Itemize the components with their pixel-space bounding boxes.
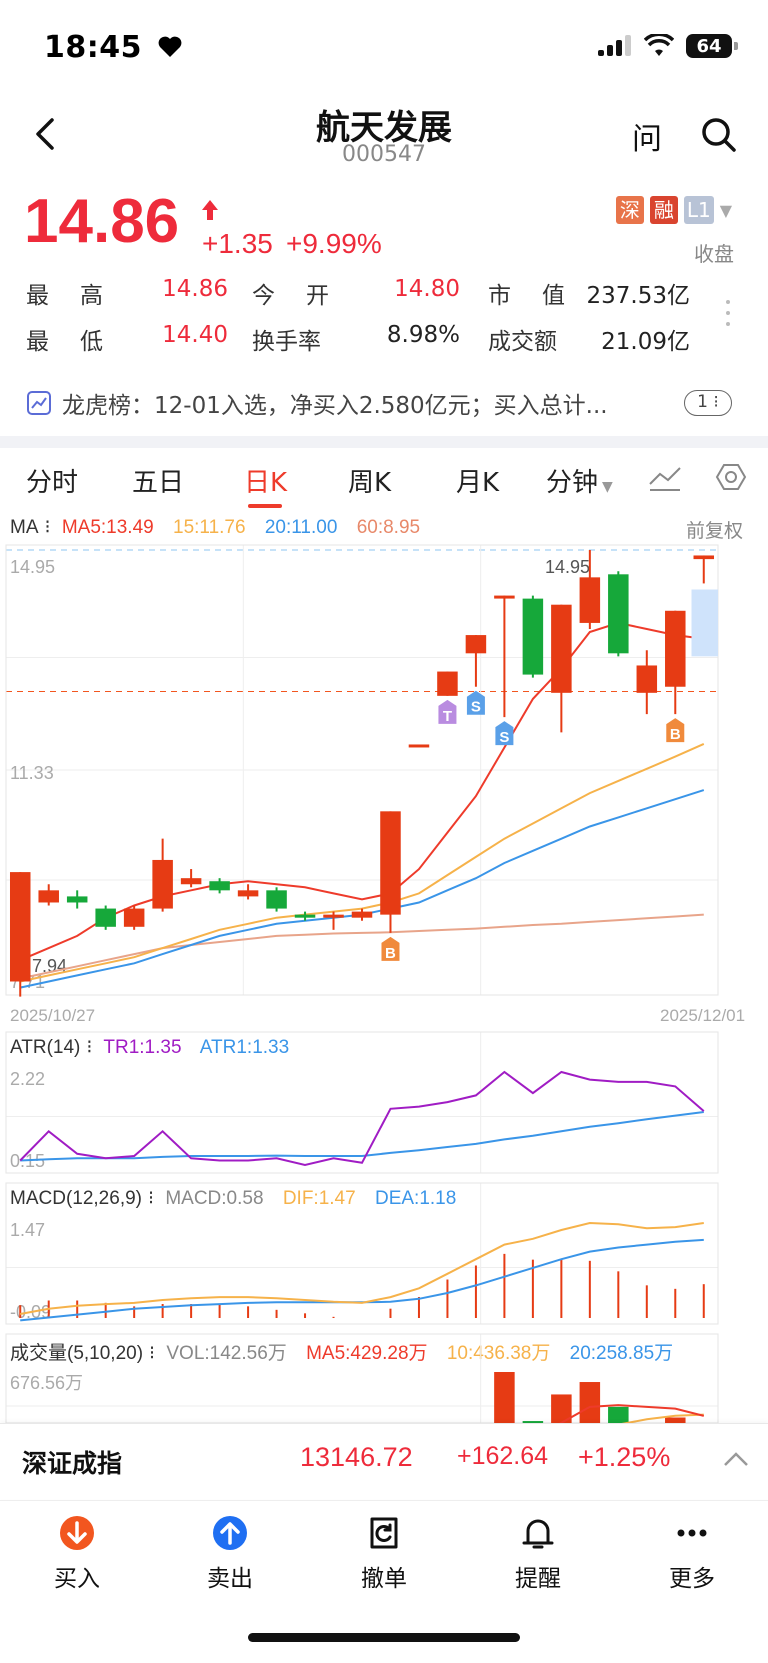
trade-marker-label: S: [499, 729, 509, 746]
index-change-pct: +1.25%: [578, 1442, 671, 1472]
index-ticker[interactable]: 深证成指 13146.72 +162.64 +1.25%: [0, 1423, 768, 1499]
candle-body: [465, 635, 487, 654]
alert-label: 提醒: [515, 1566, 561, 1592]
cancel-order-icon: [370, 1517, 398, 1549]
candle-body: [437, 671, 458, 696]
cancel-order-button[interactable]: 撤单: [324, 1513, 444, 1593]
more-label: 更多: [669, 1566, 715, 1592]
candle-body: [351, 911, 373, 918]
candle-body: [294, 914, 316, 918]
candle-body: [9, 872, 31, 982]
volume-bar: [608, 1406, 629, 1423]
date-start: 2025/10/27: [10, 1006, 95, 1025]
index-value: 13146.72: [300, 1442, 413, 1472]
candle-body: [95, 908, 116, 927]
kline-axis-top: 14.95: [10, 557, 55, 577]
atr-panel-frame: [5, 1031, 719, 1174]
volume-ma5-line: [559, 1404, 705, 1423]
atr-line: [20, 1111, 704, 1162]
candle-body: [636, 665, 658, 693]
date-end: 2025/12/01: [660, 1006, 745, 1025]
candle-body: [551, 604, 572, 693]
volume-ma10-line: [621, 1413, 704, 1423]
atr-axis-top: 2.22: [10, 1069, 45, 1089]
candle-body: [408, 744, 430, 748]
candle-body: [665, 610, 686, 687]
index-name: 深证成指: [22, 1449, 123, 1478]
forecast-box: [691, 589, 719, 657]
kline-high-mark: 14.95: [545, 557, 590, 577]
sell-icon: [213, 1516, 247, 1550]
candle-body: [579, 577, 601, 623]
candle-body: [38, 890, 59, 903]
tr-line: [19, 1070, 705, 1167]
candle-body: [323, 914, 344, 918]
candle-body: [266, 890, 287, 909]
candle-body: [209, 881, 230, 891]
candle-body: [123, 908, 145, 927]
candle-body: [494, 595, 515, 599]
sell-label: 卖出: [207, 1566, 253, 1592]
candle-body: [237, 890, 259, 897]
candle-body: [380, 811, 401, 915]
candle-body: [66, 896, 88, 903]
kline-axis-mid: 11.33: [10, 763, 54, 783]
buy-label: 买入: [54, 1566, 100, 1592]
candle-body: [152, 859, 173, 909]
chevron-up-icon[interactable]: [722, 1448, 750, 1470]
buy-icon: [60, 1516, 94, 1550]
more-icon: [677, 1529, 707, 1537]
buy-button[interactable]: 买入: [17, 1513, 137, 1593]
home-indicator: [248, 1633, 520, 1642]
volume-bar: [494, 1372, 515, 1423]
trade-marker-label: B: [385, 945, 396, 962]
trade-marker-label: S: [471, 699, 481, 716]
ma60-line: [19, 913, 704, 980]
more-button[interactable]: 更多: [632, 1513, 752, 1593]
ma20-line: [19, 789, 705, 989]
cancel-order-label: 撤单: [361, 1566, 407, 1592]
candle-body: [180, 878, 202, 885]
bell-icon: [522, 1519, 554, 1549]
stock-chart[interactable]: 14.95 11.33 7.71 7.94 14.95 2025/10/27 2…: [0, 0, 768, 1423]
sell-button[interactable]: 卖出: [170, 1513, 290, 1593]
macd-axis-top: 1.47: [10, 1220, 45, 1240]
volume-axis-top: 676.56万: [10, 1373, 83, 1393]
index-change: +162.64: [457, 1442, 549, 1470]
candle-body: [522, 598, 544, 675]
trade-marker-label: B: [670, 726, 681, 743]
trade-marker-label: T: [443, 708, 452, 725]
candle-body: [608, 574, 629, 654]
dea-line: [20, 1238, 704, 1322]
alert-button[interactable]: 提醒: [478, 1513, 598, 1593]
volume-bar: [579, 1382, 601, 1423]
ma15-line: [19, 742, 705, 983]
dif-line: [20, 1221, 704, 1315]
candle-body: [693, 555, 715, 560]
